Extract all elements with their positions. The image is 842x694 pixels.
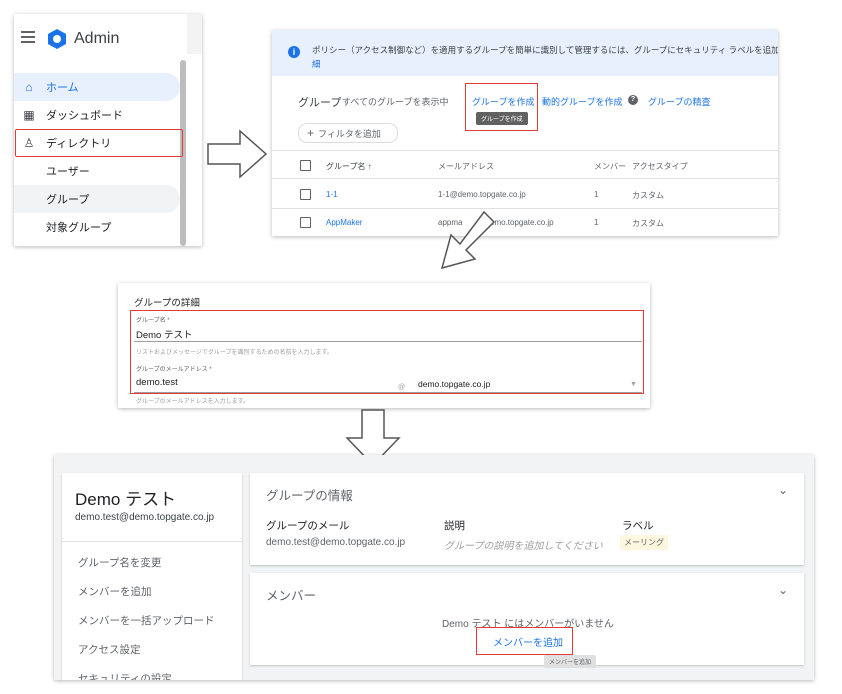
sidebar-item-label: 対象グループ (46, 222, 112, 234)
column-header-members[interactable]: メンバー (594, 161, 626, 172)
groups-list-panel: i ポリシー（アクセス制御など）を適用するグループを簡単に識別して管理するには、… (272, 30, 778, 236)
group-name-heading: Demo テスト (75, 490, 177, 509)
members-card: メンバー ⌄ Demo テスト にはメンバーがいません メンバーを追加 メンバー… (250, 573, 804, 668)
menu-icon[interactable] (21, 31, 35, 43)
group-email-rest: emo.topgate.co.jp (490, 218, 554, 227)
group-subtitle: すべてのグループを表示中 (342, 97, 449, 107)
chevron-down-icon[interactable]: ⌄ (778, 483, 788, 497)
group-access-type: カスタム (632, 191, 664, 200)
admin-sidebar-panel: Admin ⌂ ホーム ▦ ダッシュボード ♙ ディレクトリ ユーザー グループ… (14, 14, 202, 246)
sidebar-item-label: ホーム (46, 82, 79, 94)
group-info-title: グループの情報 (266, 489, 353, 503)
group-email-subheading: demo.test@demo.topgate.co.jp (75, 512, 215, 523)
group-info-card: グループの情報 ⌄ グループのメール demo.test@demo.topgat… (250, 473, 804, 565)
bulk-upload-members-link[interactable]: メンバーを一括アップロード (78, 613, 215, 628)
create-dynamic-group-button[interactable]: 動的グループを作成 (542, 95, 622, 108)
sidebar-item-users[interactable]: ユーザー (14, 157, 180, 185)
inspect-groups-button[interactable]: グループの精査 (648, 95, 710, 108)
group-summary-sidebar: Demo テスト demo.test@demo.topgate.co.jp グル… (62, 473, 242, 680)
row-checkbox[interactable] (300, 189, 311, 200)
chevron-down-icon[interactable]: ⌄ (778, 583, 788, 597)
arrow-right-icon (207, 129, 268, 179)
group-access-type: カスタム (632, 219, 664, 228)
group-email: 1-1@demo.topgate.co.jp (438, 190, 526, 199)
column-header-access-type[interactable]: アクセスタイプ (632, 161, 688, 172)
group-email-value: demo.test@demo.topgate.co.jp (266, 537, 406, 548)
access-settings-link[interactable]: アクセス設定 (78, 642, 140, 657)
group-title: グループ (298, 97, 342, 109)
column-header-email[interactable]: メールアドレス (438, 161, 494, 172)
arrow-down-left-icon (440, 210, 496, 270)
sidebar-item-target-groups[interactable]: 対象グループ (14, 213, 180, 241)
column-header-name[interactable]: グループ名 ↑ (326, 161, 372, 172)
add-member-link[interactable]: メンバーを追加 (78, 584, 152, 599)
row-checkbox[interactable] (300, 217, 311, 228)
help-icon[interactable]: ? (628, 95, 638, 105)
sidebar-item-home[interactable]: ⌂ ホーム (14, 73, 180, 101)
label-chip: メーリング (620, 535, 668, 550)
group-members: 1 (594, 218, 599, 227)
app-title: Admin (74, 30, 120, 47)
members-title: メンバー (266, 589, 317, 603)
add-filter-label: フィルタを追加 (318, 128, 381, 139)
sidebar-item-label: ダッシュボード (46, 110, 123, 122)
home-icon: ⌂ (25, 80, 33, 94)
sidebar-item-label: ユーザー (46, 166, 90, 178)
directory-highlight (15, 129, 183, 157)
sidebar-item-dashboard[interactable]: ▦ ダッシュボード (14, 101, 180, 129)
sidebar-item-label: グループ (46, 194, 90, 206)
group-name-link[interactable]: 1-1 (326, 190, 338, 199)
add-member-highlight (476, 627, 573, 655)
info-icon: i (288, 46, 300, 58)
description-header: 説明 (444, 520, 465, 532)
admin-logo-icon (48, 29, 66, 49)
form-title: グループの詳細 (134, 298, 200, 309)
plus-icon: + (307, 126, 315, 140)
group-name-link[interactable]: AppMaker (326, 218, 362, 227)
group-email-hint: グループのメールアドレスを入力します。 (136, 399, 250, 405)
label-header: ラベル (622, 520, 654, 532)
add-filter-button[interactable]: + フィルタを追加 (298, 123, 398, 143)
add-member-tooltip: メンバーを追加 (544, 655, 597, 668)
dashboard-icon: ▦ (23, 108, 35, 122)
create-group-highlight (465, 83, 538, 131)
group-members: 1 (594, 190, 599, 199)
group-overview-panel: Demo テスト demo.test@demo.topgate.co.jp グル… (54, 455, 814, 680)
info-link[interactable]: 細 (312, 58, 321, 70)
group-details-form-panel: グループの詳細 グループ名 * Demo テスト リストおよびメッセージでグルー… (118, 283, 650, 408)
rename-group-link[interactable]: グループ名を変更 (78, 555, 161, 570)
sidebar-item-groups[interactable]: グループ (14, 185, 180, 213)
select-all-checkbox[interactable] (300, 160, 311, 171)
form-fields-highlight (130, 310, 644, 394)
info-text: ポリシー（アクセス制御など）を適用するグループを簡単に識別して管理するには、グル… (312, 45, 778, 55)
security-settings-link[interactable]: セキュリティの設定 (78, 671, 172, 680)
email-header: グループのメール (266, 520, 350, 532)
description-placeholder[interactable]: グループの説明を追加してください (444, 537, 603, 552)
